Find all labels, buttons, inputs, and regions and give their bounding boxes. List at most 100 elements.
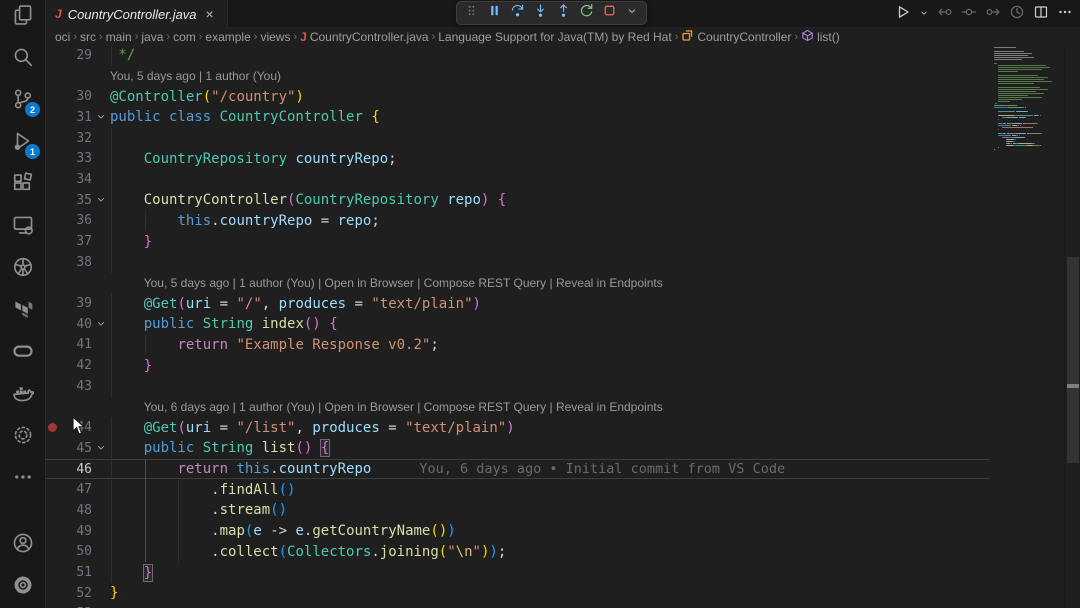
line-number[interactable]: 42 xyxy=(66,358,92,373)
line-number[interactable]: 34 xyxy=(66,172,92,187)
breakpoint-gutter[interactable] xyxy=(46,211,66,232)
breakpoint-gutter[interactable] xyxy=(46,148,66,169)
debug-pause-button[interactable] xyxy=(484,3,504,23)
line-number[interactable]: 40 xyxy=(66,317,92,332)
breakpoint-gutter[interactable] xyxy=(46,46,66,66)
line-number[interactable]: 48 xyxy=(66,503,92,518)
line-number[interactable]: 29 xyxy=(66,48,92,63)
breakpoint-gutter[interactable] xyxy=(46,355,66,376)
breadcrumb-item[interactable]: src xyxy=(80,30,96,44)
overview-ruler-scrollbar[interactable] xyxy=(1064,46,1080,608)
code-text[interactable]: @Get(uri = "/list", produces = "text/pla… xyxy=(110,420,990,436)
breadcrumb-item[interactable]: oci xyxy=(55,30,70,44)
debug-step-out-button[interactable] xyxy=(553,3,573,23)
line-number[interactable]: 44 xyxy=(66,420,92,435)
breadcrumb-item[interactable]: java xyxy=(141,30,163,44)
breakpoint-gutter[interactable] xyxy=(46,376,66,397)
line-number[interactable]: 45 xyxy=(66,441,92,456)
sidebar-item-terraform[interactable] xyxy=(0,290,46,332)
line-number[interactable]: 37 xyxy=(66,234,92,249)
line-number[interactable]: 31 xyxy=(66,110,92,125)
code-text[interactable]: .stream() xyxy=(110,502,990,518)
code-text[interactable]: .collect(Collectors.joining("\n")); xyxy=(110,544,990,560)
line-number[interactable]: 50 xyxy=(66,544,92,559)
code-text[interactable]: @Controller("/country") xyxy=(110,89,990,105)
sidebar-item-oracle-cloud[interactable] xyxy=(0,332,46,374)
close-icon[interactable]: × xyxy=(203,6,217,22)
breakpoint-gutter[interactable] xyxy=(46,314,66,335)
codelens-links[interactable]: You, 5 days ago | 1 author (You) xyxy=(110,69,281,83)
line-number[interactable]: 33 xyxy=(66,151,92,166)
breakpoint-gutter[interactable] xyxy=(46,107,66,128)
debug-step-over-button[interactable] xyxy=(507,3,527,23)
sidebar-item-source-control[interactable]: 2 xyxy=(0,80,46,122)
sidebar-item-explorer[interactable] xyxy=(0,0,46,38)
code-text[interactable]: public String index() { xyxy=(110,316,990,332)
breadcrumb-item[interactable]: list() xyxy=(801,29,840,45)
line-number[interactable]: 36 xyxy=(66,213,92,228)
code-text[interactable]: public class CountryController { xyxy=(110,109,990,125)
scrollbar-thumb[interactable] xyxy=(1067,257,1079,463)
previous-change-button[interactable] xyxy=(934,3,956,25)
breakpoint-gutter[interactable] xyxy=(46,562,66,583)
next-change-button[interactable] xyxy=(982,3,1004,25)
breakpoint-gutter[interactable] xyxy=(46,604,66,608)
code-text[interactable]: CountryController(CountryRepository repo… xyxy=(110,192,990,208)
breakpoint-gutter[interactable] xyxy=(46,293,66,314)
line-number[interactable]: 30 xyxy=(66,89,92,104)
sidebar-item-extensions[interactable] xyxy=(0,164,46,206)
breakpoint-gutter[interactable] xyxy=(46,190,66,211)
code-text[interactable]: public String list() { xyxy=(110,440,990,456)
line-number[interactable]: 52 xyxy=(66,586,92,601)
breadcrumb-item[interactable]: CountryController xyxy=(681,29,791,45)
run-dropdown-button[interactable] xyxy=(916,3,932,25)
code-text[interactable]: CountryRepository countryRepo; xyxy=(110,151,990,167)
breakpoint-gutter[interactable] xyxy=(46,252,66,273)
debug-step-into-button[interactable] xyxy=(530,3,550,23)
breadcrumb-item[interactable]: main xyxy=(106,30,132,44)
timeline-button[interactable] xyxy=(1006,3,1028,25)
code-text[interactable]: @Get(uri = "/", produces = "text/plain") xyxy=(110,296,990,312)
breakpoint-gutter[interactable] xyxy=(46,128,66,149)
breadcrumb-item[interactable]: com xyxy=(173,30,196,44)
debug-chevron-down-button[interactable] xyxy=(622,3,642,23)
breakpoint-gutter[interactable] xyxy=(46,335,66,356)
code-text[interactable]: } xyxy=(110,234,990,250)
code-text[interactable]: .map(e -> e.getCountryName()) xyxy=(110,523,990,539)
fold-chevron-icon[interactable] xyxy=(92,194,110,206)
line-number[interactable]: 43 xyxy=(66,379,92,394)
breakpoint-gutter[interactable] xyxy=(46,417,66,438)
breadcrumb-item[interactable]: Language Support for Java(TM) by Red Hat xyxy=(438,30,671,44)
code-text[interactable]: return "Example Response v0.2"; xyxy=(110,337,990,353)
code-text[interactable]: } xyxy=(110,565,990,581)
line-number[interactable]: 32 xyxy=(66,131,92,146)
sidebar-item-kubernetes[interactable] xyxy=(0,248,46,290)
breakpoint-gutter[interactable] xyxy=(46,459,66,480)
line-number[interactable]: 49 xyxy=(66,524,92,539)
fold-chevron-icon[interactable] xyxy=(92,111,110,123)
debug-gripper[interactable] xyxy=(461,3,481,23)
sidebar-item-settings[interactable] xyxy=(0,566,46,608)
code-text[interactable]: this.countryRepo = repo; xyxy=(110,213,990,229)
code-text[interactable]: } xyxy=(110,585,990,601)
line-number[interactable]: 41 xyxy=(66,337,92,352)
line-number[interactable]: 47 xyxy=(66,482,92,497)
code-text[interactable]: } xyxy=(110,358,990,374)
breadcrumb-item[interactable]: example xyxy=(205,30,250,44)
tab-countrycontroller[interactable]: J CountryController.java × xyxy=(46,0,228,28)
run-button[interactable] xyxy=(892,3,914,25)
breakpoint-gutter[interactable] xyxy=(46,500,66,521)
line-number[interactable]: 46 xyxy=(66,462,92,477)
breakpoint-gutter[interactable] xyxy=(46,231,66,252)
sidebar-item-remote-explorer[interactable] xyxy=(0,206,46,248)
line-number[interactable]: 39 xyxy=(66,296,92,311)
sidebar-item-docker[interactable] xyxy=(0,374,46,416)
code-text[interactable]: */ xyxy=(110,47,990,63)
line-number[interactable]: 51 xyxy=(66,565,92,580)
breadcrumb-item[interactable]: JCountryController.java xyxy=(300,30,428,44)
sidebar-item-spark[interactable] xyxy=(0,416,46,458)
sidebar-item-search[interactable] xyxy=(0,38,46,80)
breakpoint-gutter[interactable] xyxy=(46,86,66,107)
breakpoint-gutter[interactable] xyxy=(46,521,66,542)
line-number[interactable]: 38 xyxy=(66,255,92,270)
